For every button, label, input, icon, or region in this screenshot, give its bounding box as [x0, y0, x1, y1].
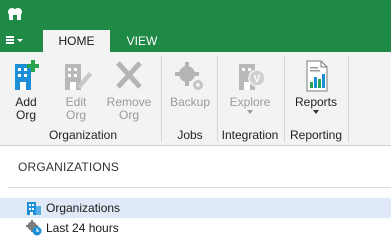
group-label-organization: Organization	[48, 128, 118, 142]
tree-item-organizations[interactable]: Organizations	[0, 198, 391, 218]
caret-down-icon	[17, 38, 23, 42]
group-separator	[161, 56, 162, 142]
backup-button[interactable]: Backup	[166, 58, 214, 128]
add-org-icon	[15, 60, 39, 90]
building-icon	[27, 202, 41, 215]
app-logo-icon	[8, 8, 22, 20]
chevron-down-icon	[313, 110, 319, 114]
explore-icon: V	[239, 64, 266, 90]
add-org-label: Add Org	[15, 95, 37, 122]
chevron-down-icon	[247, 110, 253, 114]
group-label-reporting: Reporting	[289, 128, 343, 142]
remove-org-button[interactable]: Remove Org	[104, 58, 154, 128]
explore-button[interactable]: V Explore	[222, 58, 278, 128]
edit-org-label: Edit Org	[65, 95, 87, 122]
backup-label: Backup	[169, 95, 211, 109]
svg-text:V: V	[254, 74, 261, 85]
tab-home[interactable]: HOME	[43, 30, 110, 52]
remove-org-label: Remove Org	[106, 95, 152, 122]
ribbon-panel: Add Org Edit Org Remove Org Organization	[0, 52, 391, 146]
gears-icon	[175, 62, 203, 90]
add-org-button[interactable]: Add Org	[6, 58, 46, 128]
tree-item-label: Organizations	[46, 201, 121, 215]
tree-item-label: Last 24 hours	[46, 221, 119, 235]
explore-label: Explore	[229, 95, 271, 109]
tree-item-last-24-hours[interactable]: Last 24 hours	[0, 218, 391, 238]
edit-org-button[interactable]: Edit Org	[56, 58, 96, 128]
report-document-icon	[306, 60, 328, 92]
divider	[8, 187, 391, 188]
tab-view[interactable]: VIEW	[112, 30, 172, 52]
hamburger-icon	[6, 35, 14, 45]
title-bar	[0, 0, 391, 28]
gear-clock-icon	[26, 220, 42, 236]
reports-button[interactable]: Reports	[289, 58, 343, 128]
group-label-jobs: Jobs	[177, 128, 203, 142]
group-separator	[348, 56, 349, 142]
panel-title: ORGANIZATIONS	[18, 160, 120, 174]
reports-label: Reports	[294, 95, 338, 109]
group-separator	[284, 56, 285, 142]
app-menu-button[interactable]	[6, 32, 32, 48]
edit-org-icon	[65, 64, 92, 90]
navigation-panel: ORGANIZATIONS Organizations Last 24 hour…	[0, 146, 391, 248]
ribbon-tab-row: HOME VIEW	[0, 28, 391, 52]
group-label-integration: Integration	[221, 128, 279, 142]
remove-x-icon	[116, 61, 142, 89]
